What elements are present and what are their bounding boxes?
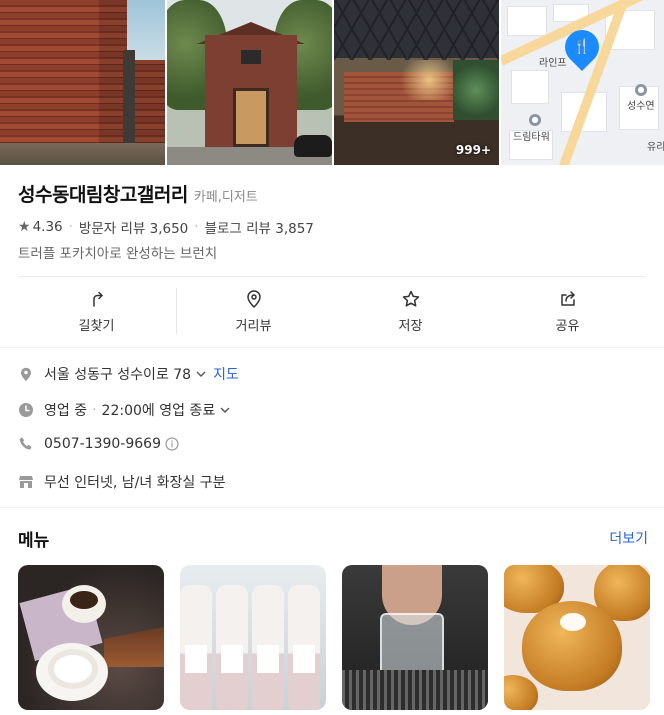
hours-row: 영업 중 · 22:00에 영업 종료 — [18, 400, 237, 420]
map-label: 라인프 — [539, 58, 567, 69]
menu-image-croissant[interactable] — [504, 565, 650, 710]
divider — [176, 288, 177, 334]
address-text: 서울 성동구 성수이로 78 — [44, 367, 192, 383]
chevron-down-icon[interactable] — [219, 404, 231, 416]
menu-images — [18, 565, 650, 710]
photo-count-badge: 999+ — [455, 143, 491, 157]
amenities-row: 무선 인터넷, 남/녀 화장실 구분 — [18, 472, 226, 492]
place-stats: ★ 4.36 · 방문자 리뷰 3,650 · 블로그 리뷰 3,857 — [18, 217, 314, 237]
save-button[interactable]: 저장 — [332, 282, 489, 340]
photo-exterior-brick[interactable] — [0, 0, 165, 165]
separator-dot: · — [92, 402, 97, 418]
fork-knife-icon: 🍴 — [573, 39, 591, 55]
store-icon — [19, 476, 33, 488]
share-button[interactable]: 공유 — [489, 282, 646, 340]
divider — [0, 347, 664, 348]
streetview-button[interactable]: 거리뷰 — [175, 282, 332, 340]
rating-star-icon: ★ — [18, 219, 31, 235]
map-link[interactable]: 지도 — [213, 364, 239, 384]
map-label: 드림타워 — [513, 132, 550, 143]
map-preview[interactable]: 라인프 ● 성수연 ● 드림타워 유리 🍴 — [501, 0, 664, 165]
star-icon — [402, 290, 419, 307]
rating-value: 4.36 — [32, 219, 63, 235]
separator-dot: · — [194, 219, 199, 235]
blog-reviews-link[interactable]: 블로그 리뷰 3,857 — [205, 217, 314, 237]
directions-button[interactable]: 길찾기 — [18, 282, 175, 340]
place-category: 카페,디저트 — [193, 190, 258, 205]
directions-label: 길찾기 — [78, 318, 115, 334]
info-icon[interactable] — [165, 437, 179, 451]
menu-image-coffee[interactable] — [18, 565, 164, 710]
place-description: 트러플 포카치아로 완성하는 브런치 — [18, 246, 218, 262]
divider — [0, 507, 664, 508]
location-pin-icon — [246, 289, 261, 308]
place-name: 성수동대림창고갤러리 — [18, 184, 188, 206]
place-header: 성수동대림창고갤러리 카페,디저트 — [18, 180, 258, 207]
menu-more-link[interactable]: 더보기 — [609, 528, 648, 548]
menu-image-bottles[interactable] — [180, 565, 326, 710]
share-label: 공유 — [555, 318, 580, 334]
directions-icon — [92, 291, 103, 307]
separator-dot: · — [68, 219, 73, 235]
streetview-label: 거리뷰 — [235, 318, 272, 334]
visitor-reviews-link[interactable]: 방문자 리뷰 3,650 — [79, 217, 188, 237]
save-label: 저장 — [398, 318, 423, 334]
hours-status: 영업 중 — [44, 403, 88, 419]
divider — [18, 276, 646, 277]
address-row: 서울 성동구 성수이로 78 지도 — [18, 364, 239, 384]
amenities-text: 무선 인터넷, 남/녀 화장실 구분 — [44, 475, 226, 491]
location-icon — [21, 367, 31, 381]
phone-icon — [19, 437, 32, 450]
map-label: 유리 — [647, 142, 664, 153]
clock-icon — [19, 403, 33, 417]
share-icon — [560, 290, 575, 306]
hours-close: 22:00에 영업 종료 — [101, 403, 216, 419]
photo-entrance[interactable] — [167, 0, 332, 165]
action-bar: 길찾기 거리뷰 저장 공유 — [18, 282, 646, 340]
menu-section-title: 메뉴 — [18, 531, 50, 551]
photo-strip: 999+ 라인프 ● 성수연 ● 드림타워 유리 🍴 — [0, 0, 664, 165]
menu-image-glass[interactable] — [342, 565, 488, 710]
poi-icon: ● — [529, 114, 541, 126]
phone-number[interactable]: 0507-1390-9669 — [44, 436, 161, 452]
poi-icon: ● — [635, 84, 647, 96]
photo-interior[interactable]: 999+ — [334, 0, 499, 165]
chevron-down-icon[interactable] — [195, 368, 207, 380]
phone-row: 0507-1390-9669 — [18, 436, 179, 452]
map-label: 성수연 — [627, 101, 655, 112]
